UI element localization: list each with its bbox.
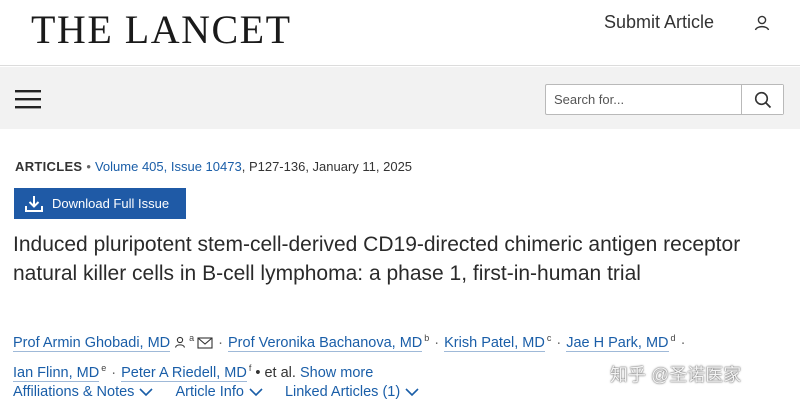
- hamburger-menu-icon[interactable]: [15, 89, 41, 109]
- tab-affiliations[interactable]: Affiliations & Notes: [13, 384, 154, 400]
- tab-article-info[interactable]: Article Info: [175, 384, 263, 400]
- author-separator: ·: [680, 334, 686, 351]
- article-meta: ARTICLES • Volume 405, Issue 10473, P127-1…: [15, 159, 412, 174]
- watermark: 知乎 @圣诺医家: [610, 365, 742, 385]
- author-separator: ·: [111, 364, 117, 381]
- affiliation-sup[interactable]: b: [424, 333, 429, 343]
- download-full-issue-button[interactable]: Download Full Issue: [14, 188, 186, 219]
- search-icon: [754, 91, 771, 108]
- author-link[interactable]: Krish Patel, MD: [444, 334, 545, 352]
- submit-article-link[interactable]: Submit Article: [604, 12, 714, 33]
- chevron-down-icon: [405, 387, 419, 396]
- search-button[interactable]: [741, 85, 783, 114]
- download-label: Download Full Issue: [52, 196, 170, 211]
- download-icon: [25, 195, 43, 212]
- affiliation-sup[interactable]: e: [101, 363, 106, 373]
- author-link[interactable]: Peter A Riedell, MD: [121, 364, 247, 382]
- et-al: • et al.: [255, 364, 296, 381]
- email-icon[interactable]: [197, 337, 213, 349]
- pages-date: ,: [241, 159, 249, 174]
- site-header: THE LANCET Submit Article: [0, 0, 800, 66]
- author-link[interactable]: Prof Armin Ghobadi, MD: [13, 334, 171, 352]
- author-separator: ·: [434, 334, 440, 351]
- author-separator: ·: [556, 334, 562, 351]
- show-more-link[interactable]: Show more: [300, 365, 373, 381]
- tab-label: Affiliations & Notes: [13, 384, 135, 400]
- search-box: [545, 84, 784, 115]
- chevron-down-icon: [249, 387, 263, 396]
- author-separator: ·: [218, 334, 224, 351]
- affiliation-sup[interactable]: d: [671, 333, 676, 343]
- nav-bar: [0, 67, 800, 129]
- volume-link[interactable]: Volume 405, Issue 10473: [95, 159, 242, 174]
- affiliation-sup[interactable]: f: [249, 363, 252, 373]
- author-link[interactable]: Jae H Park, MD: [566, 334, 669, 352]
- tab-linked-articles[interactable]: Linked Articles (1): [285, 384, 419, 400]
- author-link[interactable]: Ian Flinn, MD: [13, 364, 100, 382]
- affiliation-sup[interactable]: c: [547, 333, 552, 343]
- chevron-down-icon: [139, 387, 154, 396]
- meta-separator: •: [86, 159, 91, 174]
- article-tabs: Affiliations & Notes Article Info Linked…: [13, 384, 441, 400]
- section-label: ARTICLES: [15, 159, 83, 174]
- tab-label: Article Info: [175, 384, 244, 400]
- affiliation-sup[interactable]: a: [189, 333, 194, 343]
- tab-label: Linked Articles (1): [284, 384, 401, 400]
- author-link[interactable]: Prof Veronika Bachanova, MD: [228, 334, 423, 352]
- user-icon[interactable]: [752, 13, 772, 33]
- person-icon[interactable]: [173, 335, 187, 349]
- pages-date-text: P127-136, January 11, 2025: [248, 159, 413, 174]
- search-input[interactable]: [546, 85, 741, 114]
- article-title: Induced pluripotent stem-cell-derived CD…: [13, 233, 741, 285]
- lancet-logo[interactable]: THE LANCET: [31, 6, 292, 53]
